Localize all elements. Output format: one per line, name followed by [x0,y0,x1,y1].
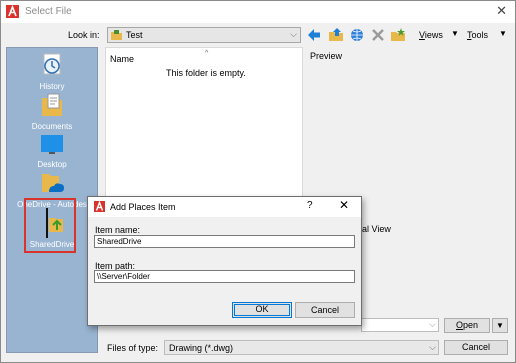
files-of-type-label: Files of type: [107,343,159,353]
chevron-down-icon: ⌵ [429,342,436,352]
desktop-icon [41,135,63,154]
tools-button[interactable]: Tools [467,30,488,40]
files-of-type-value: Drawing (*.dwg) [169,343,234,353]
partial-view-label[interactable]: ial View [360,224,391,234]
chevron-down-icon: ⌵ [290,29,297,39]
delete-icon[interactable] [370,27,386,43]
preview-label: Preview [310,51,343,61]
dialog-cancel-button[interactable]: Cancel [295,302,355,318]
empty-folder-message: This folder is empty. [166,68,246,78]
place-desktop[interactable]: Desktop [7,132,97,169]
search-web-icon[interactable] [349,27,365,43]
close-icon[interactable]: ✕ [339,198,349,212]
place-history[interactable]: History [7,52,97,91]
history-icon [43,53,61,75]
chevron-down-icon: ⌵ [429,319,436,329]
place-label: Desktop [37,160,67,169]
back-arrow-icon[interactable] [306,27,322,43]
place-documents[interactable]: Documents [7,92,97,131]
documents-icon [42,93,62,116]
highlight-box [24,198,76,253]
title-bar: Select File ✕ [1,1,515,23]
onedrive-icon [42,174,64,192]
name-column-header[interactable]: Name [110,54,134,64]
help-icon[interactable]: ? [307,200,313,211]
look-in-combo[interactable]: Test ⌵ [107,27,301,43]
look-in-label: Look in: [68,30,100,40]
up-folder-icon[interactable] [328,27,344,43]
dialog-title-bar: Add Places Item ? ✕ [88,197,361,217]
open-dropdown-arrow-icon[interactable]: ▼ [492,318,508,333]
open-button[interactable]: Open [444,318,490,333]
create-folder-icon[interactable] [390,27,406,43]
views-dropdown-arrow-icon[interactable]: ▼ [451,29,459,38]
sort-indicator-icon: ^ [205,50,209,57]
views-button[interactable]: Views [419,30,443,40]
ok-button[interactable]: OK [232,302,292,318]
item-name-label: Item name: [95,225,141,235]
file-name-combo[interactable]: ⌵ [361,318,439,332]
place-label: History [39,82,65,91]
dialog-title: Add Places Item [110,202,176,212]
tools-dropdown-arrow-icon[interactable]: ▼ [499,29,507,38]
close-icon[interactable]: ✕ [496,3,507,19]
files-of-type-combo[interactable]: Drawing (*.dwg) ⌵ [164,340,439,355]
item-path-field[interactable] [94,270,355,283]
cancel-button[interactable]: Cancel [444,340,508,355]
look-in-value: Test [126,30,143,40]
folder-icon [111,30,122,40]
window-title: Select File [25,6,72,17]
autocad-logo-icon [6,5,19,18]
autocad-logo-icon [94,201,105,212]
place-label: Documents [31,122,73,131]
add-places-item-dialog: Add Places Item ? ✕ Item name: Item path… [87,196,362,326]
item-name-field[interactable] [94,235,355,248]
